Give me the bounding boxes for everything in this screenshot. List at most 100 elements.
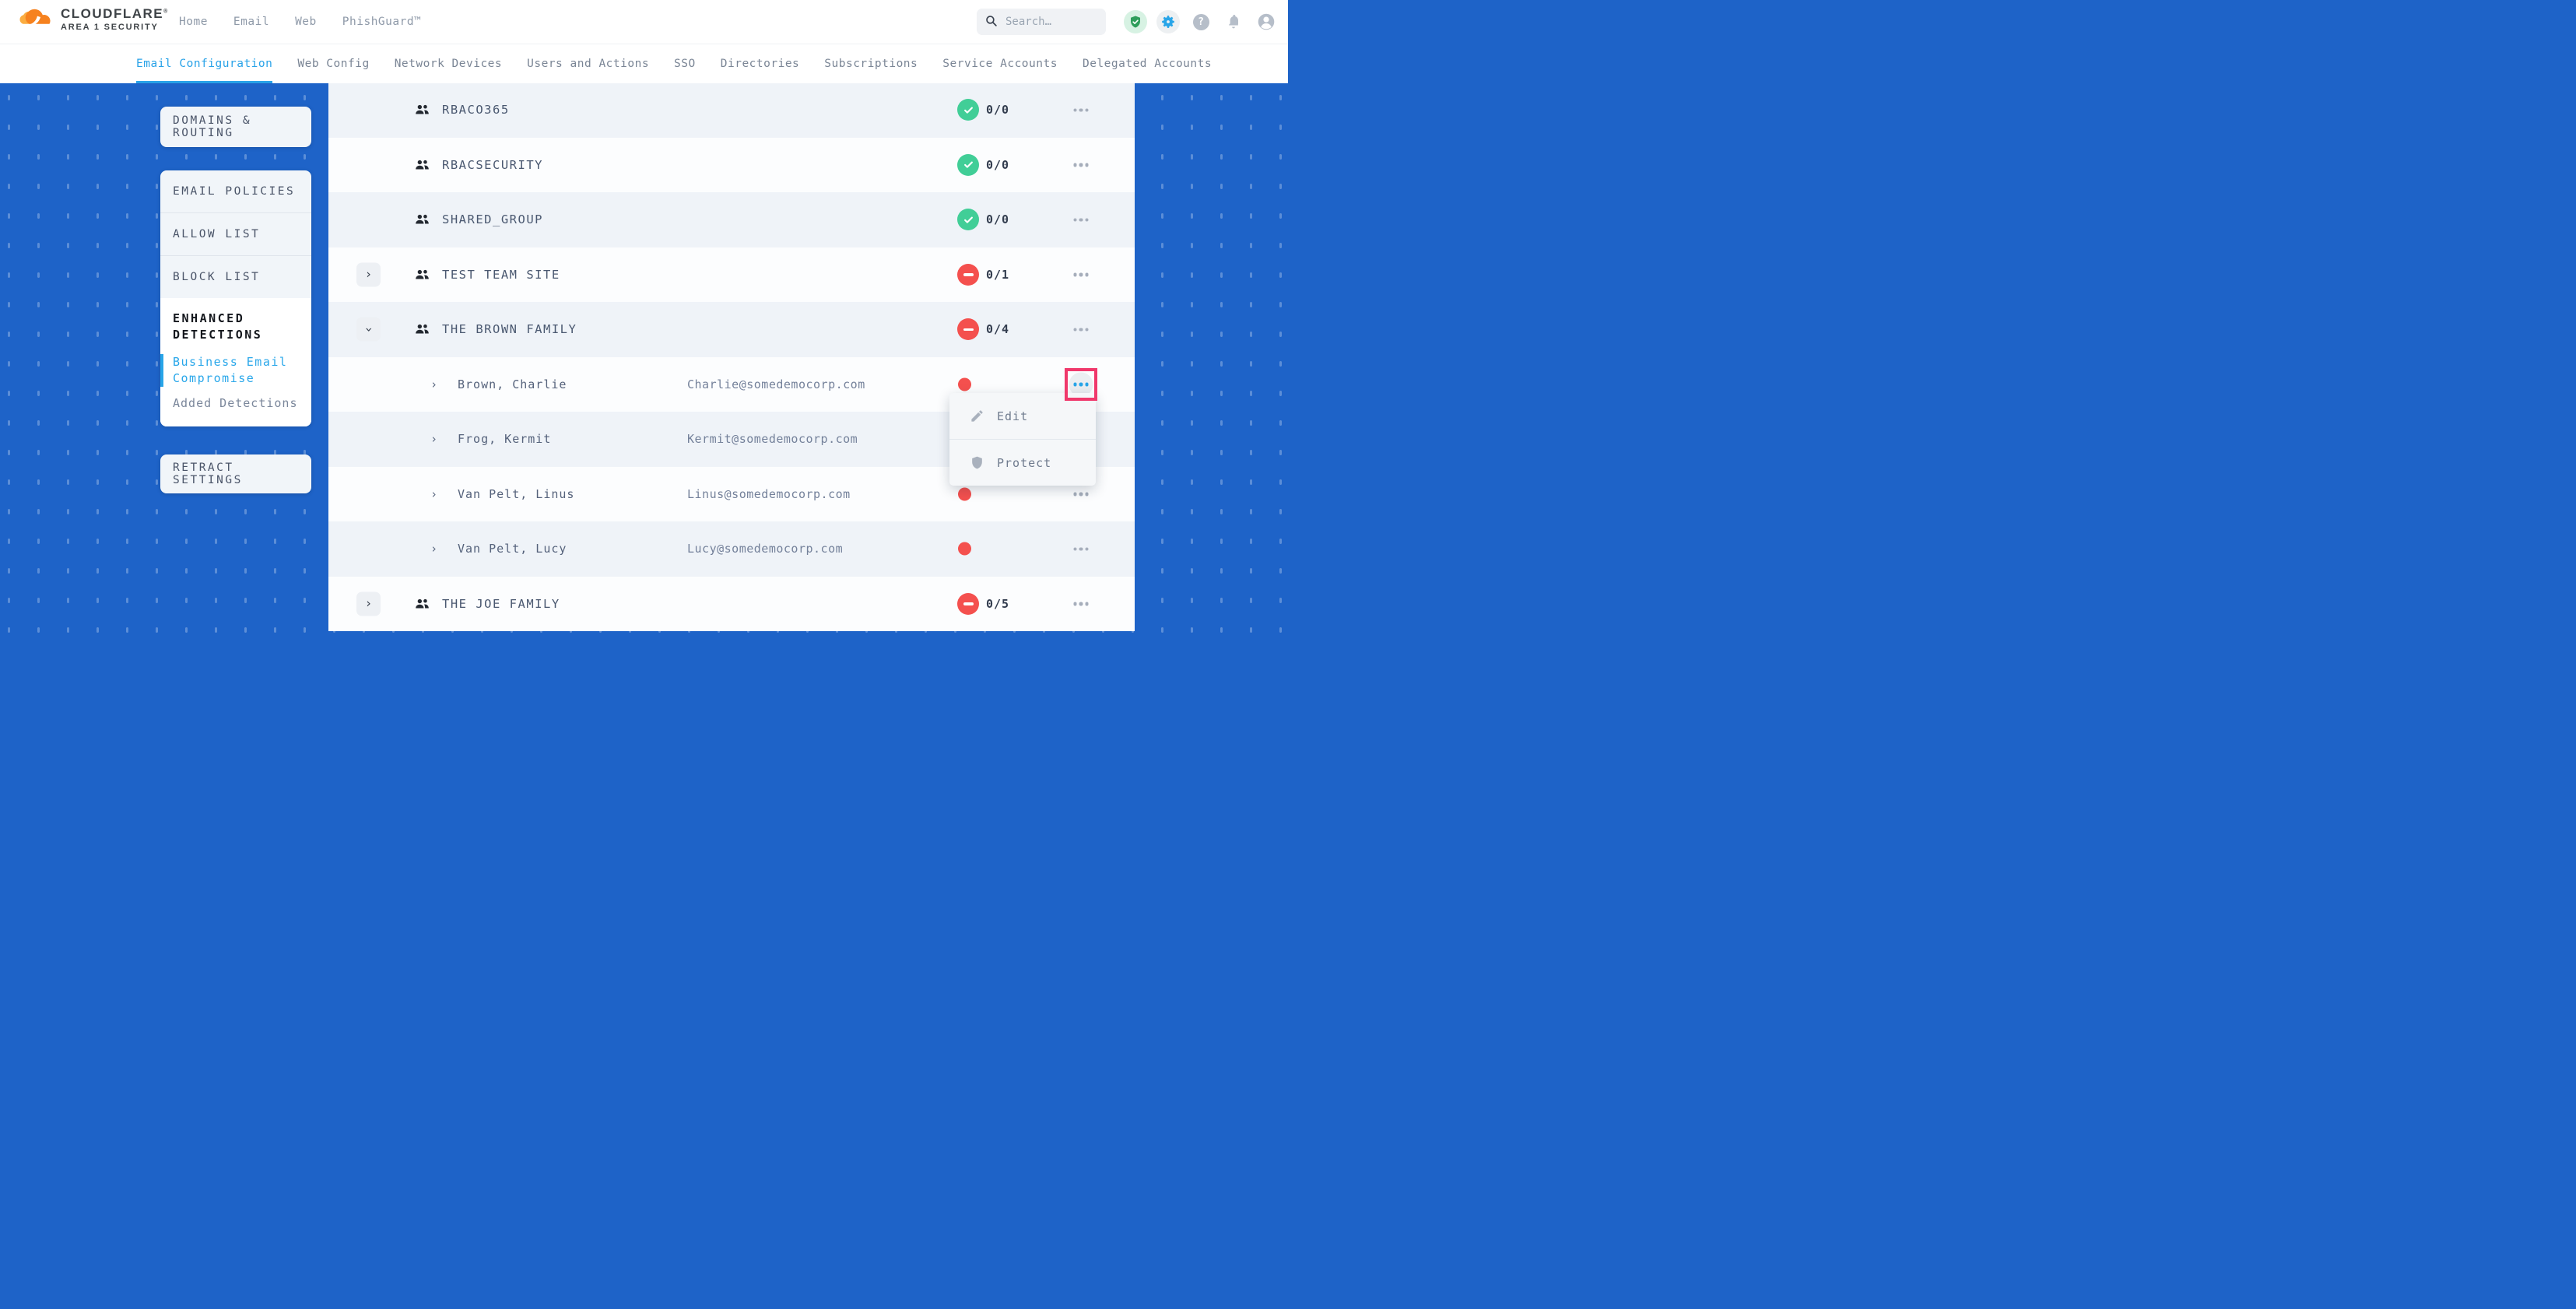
row-actions-button[interactable] [1069,98,1093,122]
sidebar-card-email-policies: EMAIL POLICIESALLOW LISTBLOCK LIST ENHAN… [160,170,311,426]
member-email: Lucy@somedemocorp.com [687,542,843,556]
sidebar-item-added-detections[interactable]: Added Detections [173,396,300,410]
status-ok-icon [957,99,979,121]
shield-check-icon[interactable] [1124,10,1147,33]
row-actions-button[interactable] [1069,262,1093,286]
bell-icon[interactable] [1222,10,1245,33]
tab-delegated-accounts[interactable]: Delegated Accounts [1083,44,1212,83]
section-tab-bar: Email Configuration Web Config Network Dev… [0,44,1288,83]
sidebar-card-domains-routing[interactable]: DOMAINS & ROUTING [160,107,311,147]
sidebar-item-domains-routing[interactable]: DOMAINS & ROUTING [160,114,311,139]
search-input[interactable] [1004,15,1100,29]
status-unprotected-dot [958,487,971,500]
protected-count: 0/1 [986,268,1009,282]
tab-subscriptions[interactable]: Subscriptions [824,44,918,83]
status-unprotected-dot [958,542,971,556]
search-icon [984,14,998,30]
group-icon [415,159,430,170]
tab-web-config[interactable]: Web Config [297,44,369,83]
menu-item-protect[interactable]: Protect [949,439,1096,486]
status-ok-icon [957,154,979,176]
status-blocked-icon [957,318,979,340]
group-icon [415,214,430,226]
table-row: SHARED_GROUP 0/0 [328,192,1135,247]
tab-sso[interactable]: SSO [674,44,696,83]
member-name: Frog, Kermit [458,432,551,446]
status-ok-icon [957,209,979,230]
group-name: RBACSECURITY [442,158,543,172]
pencil-icon [970,409,984,423]
row-actions-button[interactable] [1069,318,1093,342]
member-name: Van Pelt, Linus [458,487,574,501]
sidebar-item-block-list[interactable]: BLOCK LIST [160,256,311,298]
app-window: CLOUDFLARE® AREA 1 SECURITY Home Email Web… [0,0,1288,654]
tab-network-devices[interactable]: Network Devices [395,44,502,83]
sidebar-item-allow-list[interactable]: ALLOW LIST [160,213,311,256]
menu-item-label: Protect [997,456,1051,470]
brand-title: CLOUDFLARE® [61,6,169,22]
row-actions-button[interactable] [1069,537,1093,561]
menu-item-edit[interactable]: Edit [949,393,1096,439]
brand-logo[interactable]: CLOUDFLARE® AREA 1 SECURITY [19,5,169,33]
sidebar-heading-enhanced-detections: ENHANCED DETECTIONS [173,311,290,343]
nav-item-web[interactable]: Web [295,16,317,28]
sidebar-card-retract-settings[interactable]: RETRACT SETTINGS [160,454,311,493]
group-name: THE BROWN FAMILY [442,322,577,336]
gear-icon[interactable] [1156,10,1180,33]
group-name: THE JOE FAMILY [442,597,560,611]
member-chevron-icon[interactable]: › [430,542,437,556]
collapse-button[interactable]: › [356,318,381,342]
groups-table: RBACO3650/0 RBACSECURITY 0/0 SHARED_GROUP 0/… [328,82,1135,631]
table-row: › THE BROWN FAMILY 0/4 [328,302,1135,357]
table-row: ›TEST TEAM SITE0/1 [328,247,1135,303]
group-icon [415,268,430,280]
status-blocked-icon [957,264,979,286]
menu-item-label: Edit [997,409,1028,423]
protected-count: 0/4 [986,322,1009,336]
member-chevron-icon[interactable]: › [430,432,437,446]
group-name: SHARED_GROUP [442,212,543,226]
row-actions-button[interactable] [1069,208,1093,232]
table-row: RBACO3650/0 [328,82,1135,138]
search-box[interactable] [977,9,1106,35]
sidebar-item-business-email-compromise[interactable]: Business Email Compromise [173,354,300,387]
tab-users-and-actions[interactable]: Users and Actions [527,44,649,83]
top-header: CLOUDFLARE® AREA 1 SECURITY Home Email Web… [0,0,1288,44]
protected-count: 0/0 [986,158,1009,172]
cloudflare-cloud-icon [19,5,54,33]
sidebar-item-retract-settings[interactable]: RETRACT SETTINGS [160,461,311,486]
sidebar-item-email-policies[interactable]: EMAIL POLICIES [160,170,311,213]
status-unprotected-dot [958,377,971,391]
row-actions-button[interactable] [1069,591,1093,616]
member-name: Brown, Charlie [458,377,567,391]
table-row: › THE JOE FAMILY 0/5 [328,577,1135,632]
status-blocked-icon [957,593,979,615]
brand-subtitle: AREA 1 SECURITY [61,23,169,32]
member-email: Linus@somedemocorp.com [687,487,851,501]
member-chevron-icon[interactable]: › [430,377,437,391]
group-icon [415,104,430,116]
table-row: › Van Pelt, Lucy Lucy@somedemocorp.com [328,521,1135,577]
member-chevron-icon[interactable]: › [430,487,437,501]
nav-item-home[interactable]: Home [179,16,208,28]
expand-button[interactable]: › [356,262,381,286]
tab-directories[interactable]: Directories [721,44,800,83]
shield-icon [970,455,984,470]
account-icon[interactable] [1255,10,1278,33]
protected-count: 0/0 [986,212,1009,226]
member-name: Van Pelt, Lucy [458,542,567,556]
nav-item-email[interactable]: Email [233,16,269,28]
enhanced-detections-section: ENHANCED DETECTIONS Business Email Compr… [160,298,311,426]
tab-service-accounts[interactable]: Service Accounts [942,44,1058,83]
member-email: Kermit@somedemocorp.com [687,432,858,446]
main-nav: Home Email Web PhishGuard™ [179,0,421,44]
help-icon[interactable]: ? [1189,10,1213,33]
protected-count: 0/5 [986,597,1009,611]
expand-button[interactable]: › [356,591,381,616]
active-item-bar [160,354,163,387]
row-actions-button[interactable] [1069,153,1093,177]
tab-email-configuration[interactable]: Email Configuration [136,44,272,83]
group-icon [415,598,430,609]
row-context-menu: Edit Protect [949,393,1096,486]
nav-item-phishguard[interactable]: PhishGuard™ [342,16,422,28]
